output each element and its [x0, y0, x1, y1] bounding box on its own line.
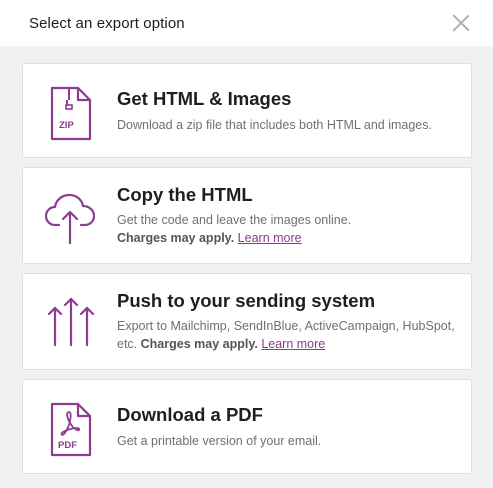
export-modal: Select an export option ZIP Get HTML & I… — [0, 0, 493, 488]
pdf-file-icon: PDF — [50, 402, 92, 457]
option-description: Download a zip file that includes both H… — [117, 118, 432, 132]
pdf-icon-label: PDF — [58, 440, 77, 451]
option-description: Get the code and leave the images online… — [117, 212, 455, 247]
zip-icon-label: ZIP — [59, 120, 74, 131]
close-icon[interactable] — [451, 13, 471, 33]
option-title: Download a PDF — [117, 404, 263, 425]
charges-note: Charges may apply. — [140, 336, 258, 351]
charges-note: Charges may apply. — [117, 230, 235, 245]
arrows-up-icon — [47, 297, 95, 347]
option-title: Get HTML & Images — [117, 88, 292, 109]
learn-more-link[interactable]: Learn more — [261, 337, 325, 351]
description-text: Get the code and leave the images online… — [117, 213, 352, 227]
option-title: Push to your sending system — [117, 290, 376, 311]
option-push-sending[interactable]: Push to your sending system Export to Ma… — [22, 273, 472, 370]
zip-file-icon: ZIP — [50, 86, 92, 141]
learn-more-link[interactable]: Learn more — [238, 231, 302, 245]
option-html-images[interactable]: ZIP Get HTML & Images Download a zip fil… — [22, 63, 472, 158]
option-copy-html[interactable]: Copy the HTML Get the code and leave the… — [22, 167, 472, 264]
option-title: Copy the HTML — [117, 184, 253, 205]
option-description: Get a printable version of your email. — [117, 434, 322, 448]
modal-title: Select an export option — [29, 14, 185, 32]
modal-header: Select an export option — [0, 0, 493, 46]
option-download-pdf[interactable]: PDF Download a PDF Get a printable versi… — [22, 379, 472, 474]
cloud-upload-icon — [45, 193, 96, 244]
option-description: Export to Mailchimp, SendInBlue, ActiveC… — [117, 318, 455, 353]
